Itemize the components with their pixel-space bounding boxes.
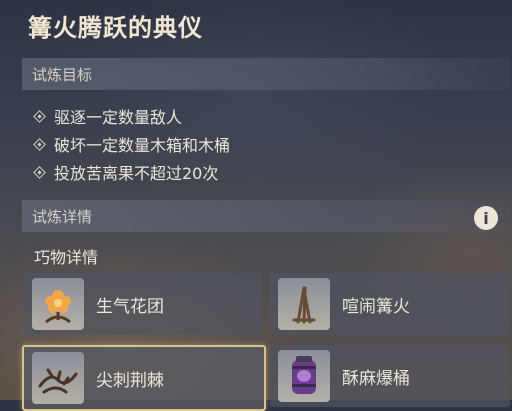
details-header: 试炼详情 i (22, 200, 510, 232)
gadget-name: 尖刺荆棘 (96, 370, 164, 391)
objective-text: 破坏一定数量木箱和木桶 (54, 136, 231, 155)
diamond-bullet-icon (34, 111, 44, 121)
objective-item: 驱逐一定数量敌人 (34, 102, 230, 130)
objective-text: 投放苦离果不超过20次 (54, 164, 219, 183)
gadget-name: 喧闹篝火 (342, 296, 410, 317)
info-icon[interactable]: i (474, 206, 498, 230)
details-header-label: 试炼详情 (32, 207, 93, 226)
bonfire-sticks-icon (278, 278, 330, 330)
objective-text: 驱逐一定数量敌人 (54, 108, 183, 127)
objectives-list: 驱逐一定数量敌人 破坏一定数量木箱和木桶 投放苦离果不超过20次 (34, 102, 230, 186)
purple-barrel-icon (278, 350, 330, 402)
gadgets-label: 巧物详情 (34, 248, 99, 267)
gadget-name: 生气花团 (96, 296, 164, 317)
flower-cluster-icon (32, 278, 84, 330)
thorn-bramble-icon (32, 352, 84, 404)
objectives-header: 试炼目标 (22, 58, 510, 90)
gadget-card-bonfire[interactable]: 喧闹篝火 (270, 273, 510, 335)
page-title: 篝火腾跃的典仪 (28, 14, 203, 42)
objective-item: 投放苦离果不超过20次 (34, 158, 230, 186)
gadget-card-thorn[interactable]: 尖刺荆棘 (22, 345, 266, 411)
objective-item: 破坏一定数量木箱和木桶 (34, 130, 230, 158)
objectives-header-label: 试炼目标 (32, 65, 93, 84)
gadget-card-flower[interactable]: 生气花团 (24, 273, 262, 335)
gadget-card-barrel[interactable]: 酥麻爆桶 (270, 345, 510, 407)
gadget-name: 酥麻爆桶 (342, 368, 410, 389)
diamond-bullet-icon (34, 139, 44, 149)
diamond-bullet-icon (34, 167, 44, 177)
